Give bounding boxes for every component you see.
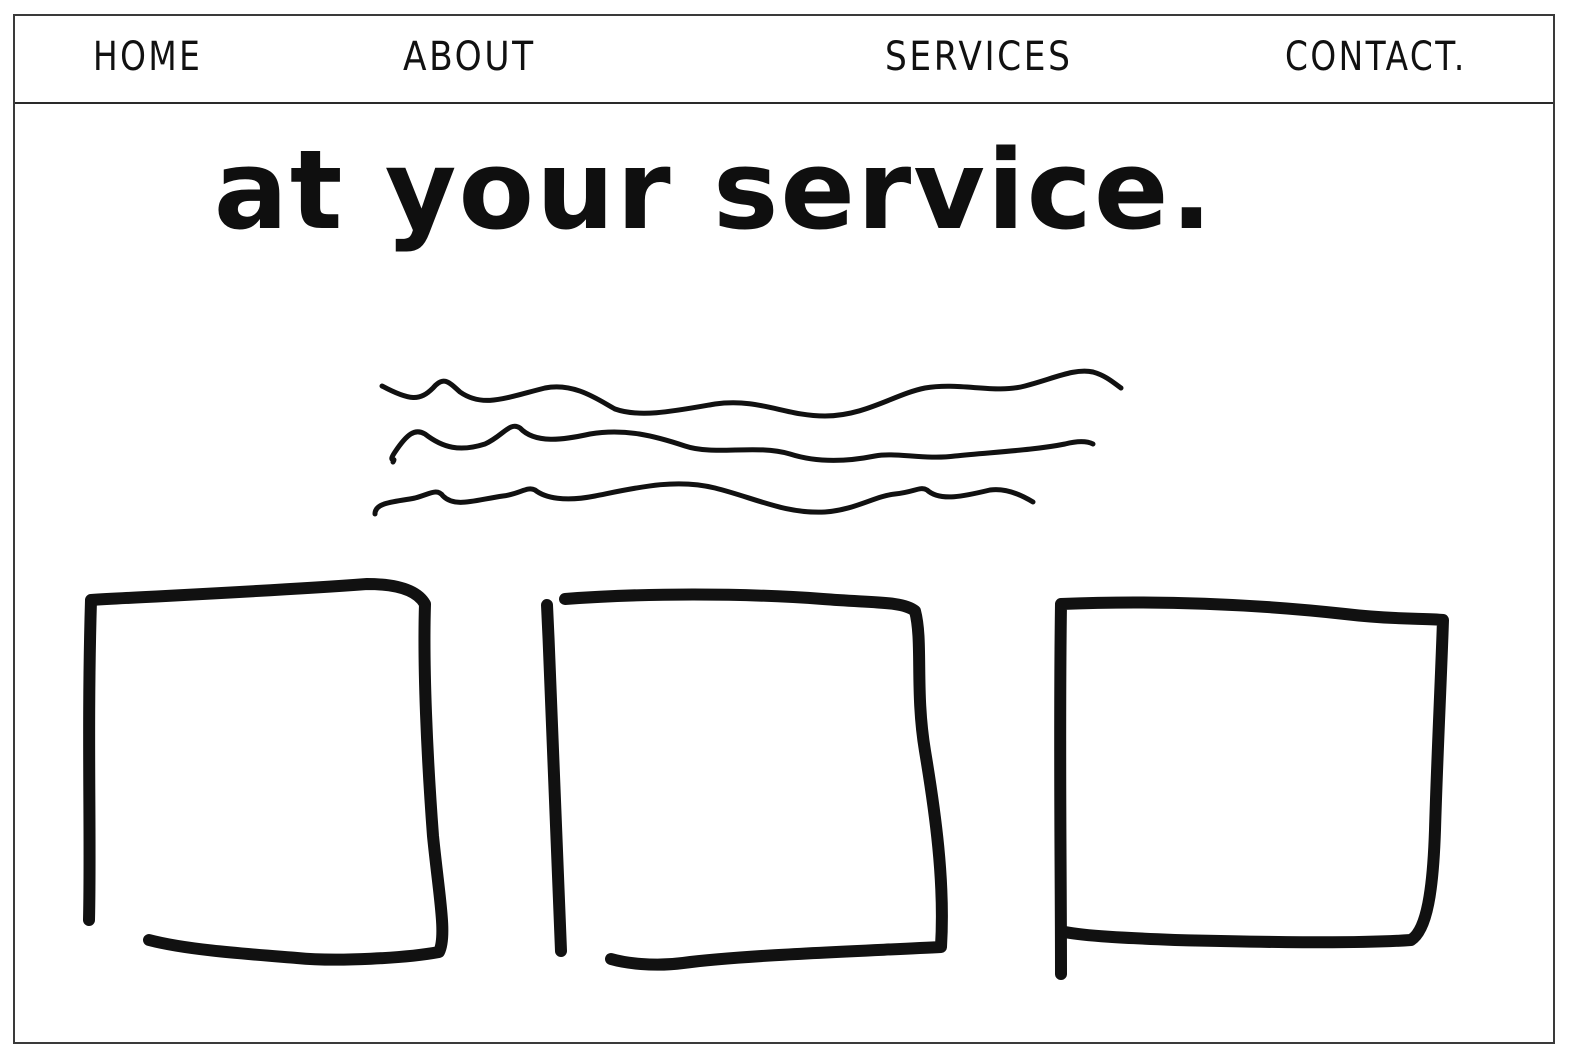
scribble-line-1 <box>379 368 1124 419</box>
empty-card-placeholder-icon <box>83 578 449 966</box>
wireframe-page: HOME ABOUT SERVICES CONTACT. at your ser… <box>13 14 1555 1044</box>
card-1[interactable] <box>77 576 457 976</box>
scribble-line-3 <box>372 481 1036 517</box>
empty-card-placeholder-icon <box>541 588 948 971</box>
scribble-line-2 <box>389 423 1096 465</box>
hero-title: at your service. <box>213 126 1215 254</box>
card-3[interactable] <box>1054 590 1455 990</box>
nav-item-home[interactable]: HOME <box>93 34 202 80</box>
card-2[interactable] <box>541 581 963 981</box>
nav-item-about[interactable]: ABOUT <box>403 34 536 80</box>
nav-item-services[interactable]: SERVICES <box>885 34 1073 80</box>
nav-item-contact[interactable]: CONTACT. <box>1285 34 1467 80</box>
empty-card-placeholder-icon <box>1054 596 1449 980</box>
navbar: HOME ABOUT SERVICES CONTACT. <box>15 16 1553 104</box>
